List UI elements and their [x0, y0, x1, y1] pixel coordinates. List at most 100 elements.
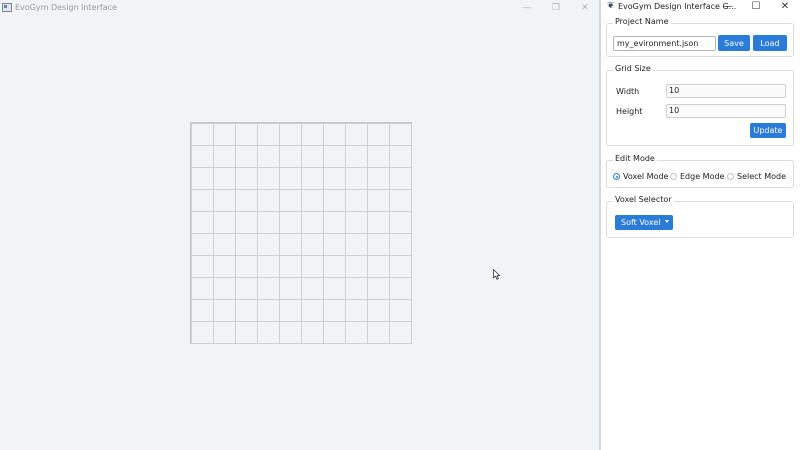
- grid-cell[interactable]: [366, 188, 390, 212]
- grid-cell[interactable]: [190, 276, 214, 300]
- radio-indicator[interactable]: [613, 173, 620, 180]
- radio-indicator[interactable]: [670, 173, 677, 180]
- grid-cell[interactable]: [212, 254, 236, 278]
- grid-cell[interactable]: [344, 188, 368, 212]
- grid-cell[interactable]: [278, 276, 302, 300]
- project-filename-input[interactable]: my_evironment.json: [613, 36, 716, 51]
- grid-cell[interactable]: [366, 166, 390, 190]
- grid-cell[interactable]: [388, 232, 412, 256]
- voxel-mode-radio[interactable]: Voxel Mode: [613, 172, 668, 181]
- select-mode-radio[interactable]: Select Mode: [727, 172, 786, 181]
- grid-cell[interactable]: [366, 122, 390, 146]
- minimize-icon[interactable]: —: [512, 0, 542, 15]
- grid-cell[interactable]: [344, 298, 368, 322]
- grid-cell[interactable]: [388, 276, 412, 300]
- grid-cell[interactable]: [278, 144, 302, 168]
- grid-cell[interactable]: [256, 210, 280, 234]
- grid-cell[interactable]: [300, 232, 324, 256]
- edge-mode-radio[interactable]: Edge Mode: [670, 172, 724, 181]
- grid-cell[interactable]: [234, 320, 258, 344]
- grid-cell[interactable]: [388, 298, 412, 322]
- update-button[interactable]: Update: [750, 123, 786, 138]
- grid-cell[interactable]: [278, 166, 302, 190]
- grid-cell[interactable]: [190, 298, 214, 322]
- grid-cell[interactable]: [278, 188, 302, 212]
- grid-cell[interactable]: [190, 122, 214, 146]
- grid-cell[interactable]: [278, 232, 302, 256]
- voxel-type-dropdown[interactable]: Soft Voxel: [615, 215, 673, 230]
- close-icon[interactable]: ✕: [773, 0, 797, 12]
- grid-cell[interactable]: [256, 144, 280, 168]
- grid-cell[interactable]: [234, 276, 258, 300]
- grid-cell[interactable]: [322, 122, 346, 146]
- grid-cell[interactable]: [256, 232, 280, 256]
- grid-cell[interactable]: [344, 166, 368, 190]
- maximize-icon[interactable]: ☐: [744, 0, 768, 12]
- grid-cell[interactable]: [300, 320, 324, 344]
- grid-cell[interactable]: [212, 188, 236, 212]
- grid-cell[interactable]: [256, 298, 280, 322]
- grid-cell[interactable]: [344, 144, 368, 168]
- grid-cell[interactable]: [234, 122, 258, 146]
- grid-cell[interactable]: [256, 254, 280, 278]
- width-input[interactable]: 10: [666, 84, 786, 98]
- grid-cell[interactable]: [278, 122, 302, 146]
- grid-cell[interactable]: [234, 232, 258, 256]
- grid-cell[interactable]: [234, 298, 258, 322]
- grid-cell[interactable]: [344, 254, 368, 278]
- grid-cell[interactable]: [256, 166, 280, 190]
- grid-cell[interactable]: [234, 188, 258, 212]
- grid-cell[interactable]: [256, 320, 280, 344]
- voxel-grid[interactable]: [190, 122, 412, 344]
- grid-cell[interactable]: [388, 166, 412, 190]
- grid-cell[interactable]: [256, 122, 280, 146]
- grid-cell[interactable]: [300, 188, 324, 212]
- grid-cell[interactable]: [322, 254, 346, 278]
- grid-cell[interactable]: [388, 122, 412, 146]
- grid-cell[interactable]: [212, 144, 236, 168]
- grid-cell[interactable]: [322, 320, 346, 344]
- grid-cell[interactable]: [278, 298, 302, 322]
- grid-cell[interactable]: [212, 210, 236, 234]
- grid-cell[interactable]: [190, 166, 214, 190]
- grid-cell[interactable]: [278, 254, 302, 278]
- grid-cell[interactable]: [300, 276, 324, 300]
- grid-cell[interactable]: [322, 188, 346, 212]
- save-button[interactable]: Save: [718, 35, 750, 51]
- grid-cell[interactable]: [344, 210, 368, 234]
- grid-cell[interactable]: [344, 232, 368, 256]
- grid-cell[interactable]: [212, 122, 236, 146]
- grid-cell[interactable]: [300, 210, 324, 234]
- grid-cell[interactable]: [344, 320, 368, 344]
- load-button[interactable]: Load: [753, 35, 787, 51]
- grid-cell[interactable]: [366, 276, 390, 300]
- grid-cell[interactable]: [366, 254, 390, 278]
- grid-cell[interactable]: [234, 166, 258, 190]
- grid-cell[interactable]: [256, 276, 280, 300]
- grid-cell[interactable]: [190, 144, 214, 168]
- grid-cell[interactable]: [388, 144, 412, 168]
- grid-cell[interactable]: [234, 254, 258, 278]
- grid-cell[interactable]: [300, 166, 324, 190]
- grid-cell[interactable]: [190, 254, 214, 278]
- grid-cell[interactable]: [322, 166, 346, 190]
- restore-icon[interactable]: ❐: [541, 0, 571, 15]
- grid-cell[interactable]: [366, 320, 390, 344]
- grid-cell[interactable]: [366, 232, 390, 256]
- grid-cell[interactable]: [300, 298, 324, 322]
- grid-cell[interactable]: [212, 166, 236, 190]
- grid-cell[interactable]: [388, 320, 412, 344]
- grid-cell[interactable]: [344, 276, 368, 300]
- grid-cell[interactable]: [344, 122, 368, 146]
- grid-cell[interactable]: [190, 232, 214, 256]
- grid-cell[interactable]: [234, 210, 258, 234]
- grid-cell[interactable]: [278, 210, 302, 234]
- grid-cell[interactable]: [234, 144, 258, 168]
- close-icon[interactable]: ✕: [570, 0, 600, 15]
- grid-cell[interactable]: [366, 298, 390, 322]
- grid-cell[interactable]: [366, 144, 390, 168]
- grid-cell[interactable]: [300, 254, 324, 278]
- grid-cell[interactable]: [388, 254, 412, 278]
- grid-cell[interactable]: [300, 122, 324, 146]
- height-input[interactable]: 10: [666, 104, 786, 118]
